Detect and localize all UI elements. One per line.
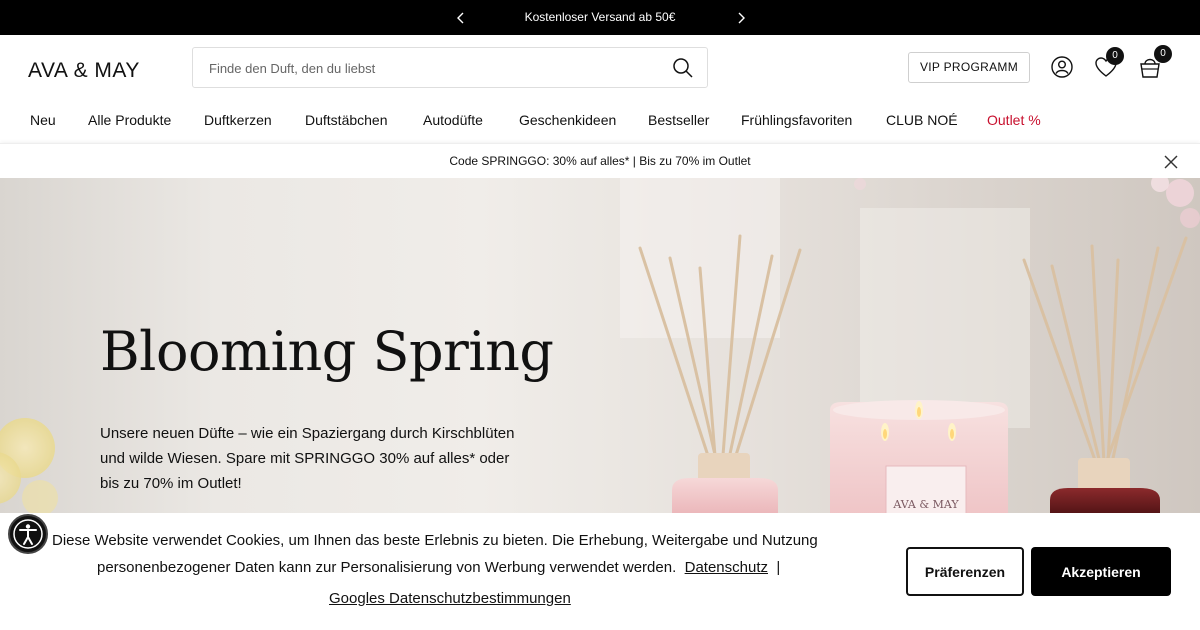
accessibility-icon[interactable] <box>8 514 48 554</box>
cookie-text-line2: personenbezogener Daten kann zur Persona… <box>97 559 677 576</box>
jar-label: AVA & MAY <box>892 498 959 511</box>
nav-item-club-noe[interactable]: CLUB NOÉ <box>886 112 958 128</box>
nav-item-duftstaebchen[interactable]: Duftstäbchen <box>305 112 388 128</box>
nav-item-alle-produkte[interactable]: Alle Produkte <box>88 112 171 128</box>
promo-text: Code SPRINGGO: 30% auf alles* | Bis zu 7… <box>449 154 751 168</box>
wishlist-count-badge: 0 <box>1106 47 1124 65</box>
user-icon[interactable] <box>1049 54 1075 80</box>
nav-item-fruehlingsfavoriten[interactable]: Frühlingsfavoriten <box>741 112 852 128</box>
cookie-banner: Diese Website verwendet Cookies, um Ihne… <box>0 513 1200 630</box>
hero-title: Blooming Spring <box>100 320 554 383</box>
announcement-message: Kostenloser Versand ab 50€ <box>524 10 676 24</box>
privacy-policy-link[interactable]: Datenschutz <box>685 559 768 576</box>
site-header: AVA & MAY VIP PROGRAMM 0 0 Neu Alle Prod… <box>0 35 1200 143</box>
hero-body: Unsere neuen Düfte – wie ein Spaziergang… <box>100 425 515 492</box>
cart-count-badge: 0 <box>1154 45 1172 63</box>
search-icon[interactable] <box>672 57 694 79</box>
nav-item-neu[interactable]: Neu <box>30 112 56 128</box>
cookie-text-line2-wrap: personenbezogener Daten kann zur Persona… <box>97 559 780 576</box>
accept-cookies-button[interactable]: Akzeptieren <box>1031 547 1171 596</box>
close-icon[interactable] <box>1164 155 1178 169</box>
search-input[interactable] <box>209 58 649 78</box>
cookie-text-line3: Googles Datenschutzbestimmungen <box>329 590 571 607</box>
vip-program-button[interactable]: VIP PROGRAMM <box>908 52 1030 83</box>
promo-strip: Code SPRINGGO: 30% auf alles* | Bis zu 7… <box>0 143 1200 178</box>
nav-item-bestseller[interactable]: Bestseller <box>648 112 709 128</box>
brand-logo[interactable]: AVA & MAY <box>28 59 140 83</box>
google-privacy-link[interactable]: Googles Datenschutzbestimmungen <box>329 590 571 607</box>
nav-item-geschenkideen[interactable]: Geschenkideen <box>519 112 616 128</box>
search-box <box>192 47 708 88</box>
chevron-right-icon[interactable] <box>734 9 748 27</box>
nav-item-autodufte[interactable]: Autodüfte <box>423 112 483 128</box>
hero-banner[interactable]: AVA & MAY Blooming Spring Unsere neuen D… <box>0 178 1200 518</box>
preferences-button[interactable]: Präferenzen <box>906 547 1024 596</box>
link-separator: | <box>776 559 781 576</box>
nav-item-duftkerzen[interactable]: Duftkerzen <box>204 112 272 128</box>
announcement-bar: Kostenloser Versand ab 50€ <box>0 0 1200 35</box>
main-navigation: Neu Alle Produkte Duftkerzen Duftstäbche… <box>0 112 1200 132</box>
cookie-text-line1: Diese Website verwendet Cookies, um Ihne… <box>52 532 818 549</box>
nav-item-outlet[interactable]: Outlet % <box>987 112 1041 128</box>
